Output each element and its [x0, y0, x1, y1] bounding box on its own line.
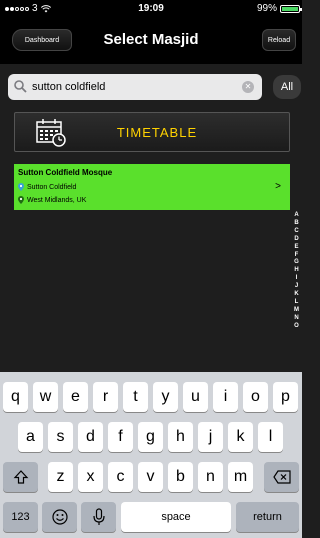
key-o[interactable]: o	[243, 382, 268, 412]
masjid-region-row: West Midlands, UK	[18, 196, 86, 204]
index-letter[interactable]: I	[296, 275, 298, 283]
index-letter[interactable]: N	[294, 315, 298, 323]
key-k[interactable]: k	[228, 422, 253, 452]
index-letter[interactable]: M	[294, 307, 299, 315]
key-q[interactable]: q	[3, 382, 28, 412]
search-icon	[14, 80, 27, 93]
index-letter[interactable]: A	[294, 212, 298, 220]
index-letter[interactable]: E	[294, 244, 298, 252]
index-letter[interactable]: C	[294, 228, 298, 236]
key-h[interactable]: h	[168, 422, 193, 452]
masjid-result-item[interactable]: Sutton Coldfield Mosque Sutton Coldfield…	[14, 164, 290, 210]
search-input[interactable]	[32, 77, 232, 97]
masjid-town: Sutton Coldfield	[27, 183, 77, 191]
clear-search-icon[interactable]: ✕	[242, 81, 254, 93]
key-x[interactable]: x	[78, 462, 103, 492]
key-p[interactable]: p	[273, 382, 298, 412]
backspace-key[interactable]	[264, 462, 299, 492]
timetable-label: TIMETABLE	[116, 125, 198, 140]
microphone-icon	[92, 508, 105, 525]
shift-key[interactable]	[3, 462, 38, 492]
masjid-name: Sutton Coldfield Mosque	[18, 168, 113, 177]
reload-button[interactable]: Reload	[262, 29, 296, 51]
key-z[interactable]: z	[48, 462, 73, 492]
battery-percent: 99%	[256, 3, 277, 14]
all-button[interactable]: All	[273, 75, 301, 99]
battery-icon	[280, 4, 302, 13]
index-letter[interactable]: F	[295, 252, 299, 260]
index-letter[interactable]: L	[295, 299, 299, 307]
backspace-icon	[272, 470, 291, 484]
masjid-town-row: Sutton Coldfield	[18, 183, 76, 191]
key-l[interactable]: l	[258, 422, 283, 452]
key-n[interactable]: n	[198, 462, 223, 492]
key-f[interactable]: f	[108, 422, 133, 452]
key-d[interactable]: d	[78, 422, 103, 452]
space-key[interactable]: space	[121, 502, 231, 532]
numbers-key[interactable]: 123	[3, 502, 38, 532]
status-bar: 3 19:09 99%	[0, 0, 302, 18]
index-letter[interactable]: B	[294, 220, 298, 228]
dictation-key[interactable]	[81, 502, 116, 532]
key-c[interactable]: c	[108, 462, 133, 492]
index-letter[interactable]: D	[294, 236, 298, 244]
index-letter[interactable]: J	[295, 283, 298, 291]
key-m[interactable]: m	[228, 462, 253, 492]
key-b[interactable]: b	[168, 462, 193, 492]
battery-area: 99%	[256, 3, 302, 14]
key-s[interactable]: s	[48, 422, 73, 452]
nav-bar: Dashboard Select Masjid Reload	[0, 18, 302, 64]
timetable-button[interactable]: TIMETABLE	[14, 112, 290, 152]
masjid-region: West Midlands, UK	[27, 196, 87, 204]
index-letter[interactable]: H	[294, 267, 298, 275]
key-i[interactable]: i	[213, 382, 238, 412]
emoji-key[interactable]	[42, 502, 77, 532]
key-w[interactable]: w	[33, 382, 58, 412]
emoji-icon	[51, 509, 68, 525]
page-title: Select Masjid	[103, 31, 199, 48]
keyboard: q w e r t y u i o p a s d f g h j k l z …	[0, 372, 302, 538]
key-u[interactable]: u	[183, 382, 208, 412]
search-row: ✕ All	[0, 64, 302, 108]
key-r[interactable]: r	[93, 382, 118, 412]
index-letter[interactable]: O	[294, 323, 299, 331]
section-index[interactable]: A B C D E F G H I J K L M N O	[292, 212, 301, 331]
location-pin-icon	[18, 183, 24, 191]
search-box[interactable]: ✕	[8, 74, 262, 100]
location-pin-icon	[18, 196, 24, 204]
index-letter[interactable]: G	[294, 259, 299, 267]
key-g[interactable]: g	[138, 422, 163, 452]
key-y[interactable]: y	[153, 382, 178, 412]
return-key[interactable]: return	[236, 502, 299, 532]
index-letter[interactable]: K	[294, 291, 298, 299]
key-j[interactable]: j	[198, 422, 223, 452]
key-a[interactable]: a	[18, 422, 43, 452]
key-e[interactable]: e	[63, 382, 88, 412]
shift-icon	[13, 470, 28, 484]
chevron-right-icon: >	[275, 181, 281, 192]
key-t[interactable]: t	[123, 382, 148, 412]
key-v[interactable]: v	[138, 462, 163, 492]
